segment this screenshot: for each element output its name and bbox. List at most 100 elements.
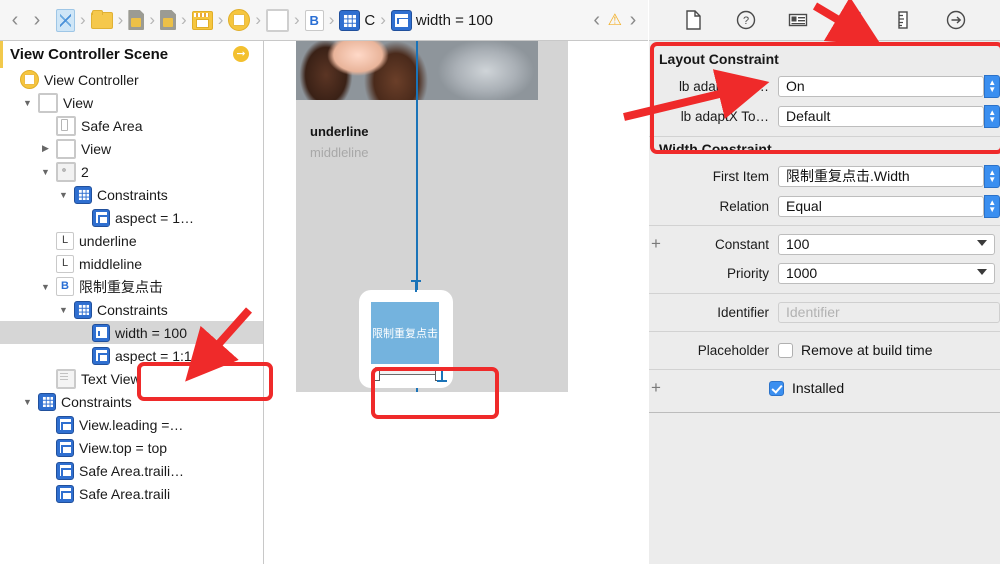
source-file-icon	[160, 10, 177, 30]
first-item-row[interactable]: First Item 限制重复点击.Width ▲ ▼	[649, 163, 1000, 189]
outline-row[interactable]: ▶ View Controller	[0, 68, 263, 91]
relation-label: Relation	[719, 198, 769, 214]
attributes-inspector-tab[interactable]	[838, 7, 864, 33]
connections-inspector-tab[interactable]	[943, 7, 969, 33]
disclosure-triangle-open-icon[interactable]: ▼	[40, 167, 51, 177]
breadcrumb-width-constraint[interactable]: width = 100	[390, 9, 494, 31]
interface-builder-canvas[interactable]: underline middleline 限制重复点击	[265, 41, 649, 564]
canvas-label-underline[interactable]: underline	[310, 124, 369, 139]
relation-popup-button[interactable]: ▲ ▼	[984, 194, 1000, 218]
canvas-button[interactable]: 限制重复点击	[371, 302, 439, 364]
disclosure-triangle-open-icon[interactable]: ▼	[40, 282, 51, 292]
device-view[interactable]: underline middleline 限制重复点击	[296, 41, 568, 392]
priority-field[interactable]: 1000	[778, 262, 995, 284]
first-item-popup-button[interactable]: ▲ ▼	[984, 164, 1000, 188]
width-constraint-bar[interactable]	[375, 367, 439, 374]
outline-row[interactable]: ▶ aspect = 1:1	[0, 344, 263, 367]
warning-triangle-icon[interactable]: ⚠	[608, 10, 622, 30]
outline-row[interactable]: ▶ View.leading =…	[0, 413, 263, 436]
breadcrumb-button[interactable]: B	[304, 9, 324, 31]
disclosure-triangle-open-icon[interactable]: ▼	[58, 190, 69, 200]
outline-row[interactable]: ▶ width = 100	[0, 321, 263, 344]
disclosure-triangle-open-icon[interactable]: ▼	[22, 98, 33, 108]
breadcrumb-storyboard[interactable]	[191, 10, 213, 30]
outline-row[interactable]: ▶ Lmiddleline	[0, 252, 263, 275]
chevron-down-icon[interactable]	[977, 239, 987, 246]
outline-row[interactable]: ▶ Lunderline	[0, 229, 263, 252]
identity-inspector-tab[interactable]	[785, 7, 811, 33]
right-arrow-circle-icon[interactable]: ➞	[233, 46, 249, 62]
lb-adapt-con-popup-button[interactable]: ▲ ▼	[984, 74, 1000, 98]
add-constant-variation-button[interactable]: +	[649, 234, 663, 254]
breadcrumb-source-file-1[interactable]	[128, 10, 145, 30]
breadcrumb-source-file-2[interactable]	[160, 10, 177, 30]
outline-row[interactable]: ▼ Constraints	[0, 298, 263, 321]
outline-row[interactable]: ▶ aspect = 1…	[0, 206, 263, 229]
outline-row[interactable]: ▶ View	[0, 137, 263, 160]
identifier-input[interactable]: Identifier	[778, 301, 1000, 323]
installed-checkbox[interactable]	[769, 380, 784, 396]
inspector-selector-bar: ?	[649, 0, 1000, 41]
first-item-field[interactable]: 限制重复点击.Width	[778, 165, 985, 187]
file-inspector-tab[interactable]	[680, 7, 706, 33]
quick-help-inspector-tab[interactable]: ?	[733, 7, 759, 33]
back-button[interactable]: ‹	[4, 10, 26, 30]
lb-adaptx-to-field[interactable]: Default	[778, 105, 985, 127]
lb-adapt-con-row[interactable]: lb adapt Con… On ▲ ▼	[649, 73, 1000, 99]
label-icon: L	[56, 254, 74, 273]
priority-row[interactable]: Priority 1000	[649, 260, 1000, 286]
relation-row[interactable]: Relation Equal ▲ ▼	[649, 193, 1000, 219]
attributes-inspector-panel[interactable]: Layout Constraint lb adapt Con… On ▲ ▼ lb…	[649, 41, 1000, 564]
folder-icon	[90, 9, 113, 29]
forward-button[interactable]: ›	[26, 10, 48, 30]
breadcrumb-xcodeproj[interactable]	[56, 8, 75, 32]
disclosure-triangle-open-icon[interactable]: ▼	[22, 397, 33, 407]
lb-adaptx-to-popup-button[interactable]: ▲ ▼	[984, 104, 1000, 128]
disclosure-spacer: ▶	[40, 442, 51, 453]
outline-icon-box	[56, 138, 76, 159]
outline-row[interactable]: ▶ Safe Area.traili	[0, 482, 263, 505]
identifier-row[interactable]: Identifier Identifier	[649, 299, 1000, 325]
disclosure-triangle-open-icon[interactable]: ▼	[58, 305, 69, 315]
breadcrumb-scene[interactable]	[228, 9, 251, 31]
breadcrumb-width-constraint-label: width = 100	[415, 11, 494, 29]
outline-row-label: Safe Area	[81, 117, 143, 134]
previous-issue-button[interactable]: ‹	[586, 10, 608, 30]
breadcrumb-constraints[interactable]: C	[339, 9, 375, 31]
disclosure-spacer: ▶	[40, 235, 51, 246]
remove-at-build-time-checkbox[interactable]	[778, 342, 793, 358]
constraints-icon	[74, 185, 92, 204]
breadcrumb-view[interactable]	[266, 8, 290, 32]
outline-row[interactable]: ▶ Safe Area.traili…	[0, 459, 263, 482]
disclosure-triangle-closed-icon[interactable]: ▶	[40, 143, 51, 154]
outline-row[interactable]: ▼ 2	[0, 160, 263, 183]
outline-row[interactable]: ▼ View	[0, 91, 263, 114]
next-issue-button[interactable]: ›	[622, 10, 644, 30]
relation-field[interactable]: Equal	[778, 195, 985, 217]
canvas-label-middleline[interactable]: middleline	[310, 145, 369, 160]
outline-row[interactable]: ▶ View.top = top	[0, 436, 263, 459]
outline-row[interactable]: ▼ Constraints	[0, 390, 263, 413]
breadcrumb-folder[interactable]	[90, 9, 113, 29]
chevron-down-icon[interactable]	[977, 268, 987, 275]
placeholder-row[interactable]: Placeholder Remove at build time	[649, 337, 1000, 363]
lb-adaptx-to-label: lb adaptX To…	[680, 108, 769, 124]
constant-value: 100	[786, 236, 810, 252]
lb-adaptx-to-row[interactable]: lb adaptX To… Default ▲ ▼	[649, 103, 1000, 129]
installed-row[interactable]: + Installed	[649, 375, 1000, 401]
scene-header[interactable]: View Controller Scene ➞	[0, 41, 263, 68]
outline-row[interactable]: ▶ Safe Area	[0, 114, 263, 137]
add-installed-variation-button[interactable]: +	[649, 378, 663, 398]
width-constraint-handle-left[interactable]	[373, 370, 380, 381]
lb-adapt-con-field[interactable]: On	[778, 75, 985, 97]
document-outline-sidebar[interactable]: View Controller Scene ➞ ▶ View Controller…	[0, 41, 264, 564]
constant-field[interactable]: 100	[778, 233, 995, 255]
outline-row[interactable]: ▶ Text View	[0, 367, 263, 390]
outline-row-list[interactable]: ▶View Controller▼View▶Safe Area▶View▼2▼C…	[0, 68, 263, 505]
breadcrumb-separator: ›	[181, 10, 187, 29]
size-inspector-tab[interactable]	[890, 7, 916, 33]
outline-row[interactable]: ▼ B 限制重复点击	[0, 275, 263, 298]
button-selection-wrapper[interactable]: 限制重复点击	[359, 290, 453, 388]
outline-row[interactable]: ▼ Constraints	[0, 183, 263, 206]
constant-row[interactable]: + Constant 100	[649, 231, 1000, 257]
